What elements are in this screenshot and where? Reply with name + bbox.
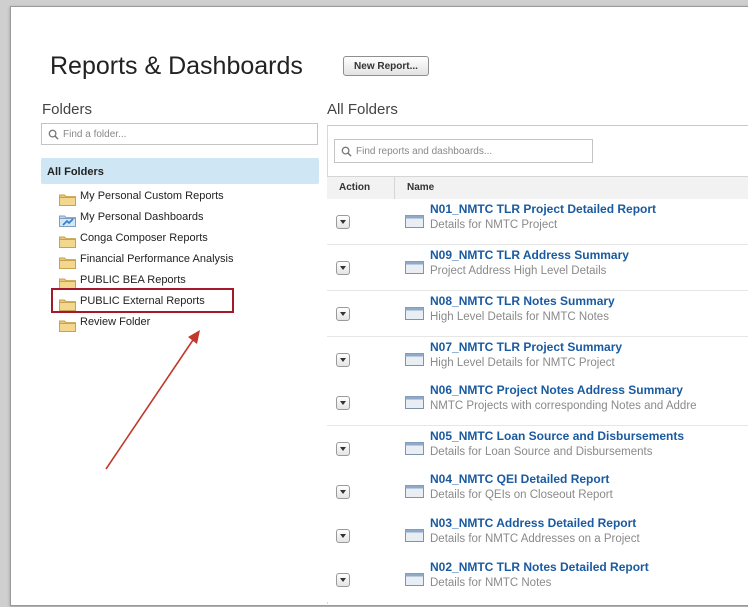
column-header-name[interactable]: Name: [407, 182, 434, 193]
annotation-arrow-icon: [105, 330, 200, 470]
report-description: Details for NMTC Addresses on a Project: [430, 533, 640, 545]
highlight-annotation-box: [51, 288, 234, 313]
folder-label: My Personal Custom Reports: [80, 190, 224, 202]
report-title-link[interactable]: N02_NMTC TLR Notes Detailed Report: [430, 560, 649, 574]
page-title: Reports & Dashboards: [50, 52, 303, 80]
report-icon: [405, 485, 424, 498]
new-report-button[interactable]: New Report...: [343, 56, 429, 76]
row-action-dropdown-button[interactable]: [336, 485, 350, 499]
folder-item-my-personal-dashboards[interactable]: My Personal Dashboards: [59, 210, 233, 231]
table-row: N03_NMTC Address Detailed Report Details…: [327, 513, 748, 559]
folder-item-financial-performance-analysis[interactable]: Financial Performance Analysis: [59, 252, 233, 273]
folder-icon: [59, 194, 76, 206]
folder-icon: [59, 320, 76, 332]
report-title-link[interactable]: N06_NMTC Project Notes Address Summary: [430, 383, 683, 397]
report-title-link[interactable]: N08_NMTC TLR Notes Summary: [430, 294, 615, 308]
report-icon: [405, 307, 424, 320]
report-description: Details for NMTC Project: [430, 219, 558, 231]
search-icon: [341, 146, 352, 157]
row-action-dropdown-button[interactable]: [336, 396, 350, 410]
report-icon: [405, 529, 424, 542]
report-title-link[interactable]: N07_NMTC TLR Project Summary: [430, 340, 622, 354]
row-action-dropdown-button[interactable]: [336, 353, 350, 367]
report-title-link[interactable]: N03_NMTC Address Detailed Report: [430, 516, 636, 530]
folder-icon: [59, 236, 76, 248]
table-row: N01_NMTC TLR Project Detailed Report Det…: [327, 199, 748, 245]
folder-item-conga-composer-reports[interactable]: Conga Composer Reports: [59, 231, 233, 252]
row-action-dropdown-button[interactable]: [336, 573, 350, 587]
row-action-dropdown-button[interactable]: [336, 261, 350, 275]
report-description: Details for Loan Source and Disbursement…: [430, 446, 653, 458]
table-row: N04_NMTC QEI Detailed Report Details for…: [327, 469, 748, 515]
report-description: NMTC Projects with corresponding Notes a…: [430, 400, 697, 412]
report-description: Details for NMTC Notes: [430, 577, 552, 589]
table-row: N02_NMTC TLR Notes Detailed Report Detai…: [327, 557, 748, 602]
report-title-link[interactable]: N01_NMTC TLR Project Detailed Report: [430, 202, 656, 216]
folder-item-my-personal-custom-reports[interactable]: My Personal Custom Reports: [59, 189, 233, 210]
folder-search-input[interactable]: Find a folder...: [41, 123, 318, 145]
folder-label: My Personal Dashboards: [80, 211, 204, 223]
table-row: N09_NMTC TLR Address Summary Project Add…: [327, 245, 748, 291]
report-search-input[interactable]: Find reports and dashboards...: [334, 139, 593, 163]
report-icon: [405, 261, 424, 274]
report-icon: [405, 573, 424, 586]
table-row: N05_NMTC Loan Source and Disbursements D…: [327, 426, 748, 472]
report-icon: [405, 215, 424, 228]
report-title-link[interactable]: N04_NMTC QEI Detailed Report: [430, 472, 609, 486]
report-description: Details for QEIs on Closeout Report: [430, 489, 613, 501]
search-icon: [48, 129, 59, 140]
folder-label: Conga Composer Reports: [80, 232, 208, 244]
row-action-dropdown-button[interactable]: [336, 215, 350, 229]
column-divider: [394, 177, 395, 199]
row-action-dropdown-button[interactable]: [336, 529, 350, 543]
report-icon: [405, 442, 424, 455]
folder-list: My Personal Custom Reports My Personal D…: [59, 189, 233, 336]
row-action-dropdown-button[interactable]: [336, 442, 350, 456]
folder-label: PUBLIC BEA Reports: [80, 274, 186, 286]
folder-label: Financial Performance Analysis: [80, 253, 234, 265]
all-folders-item[interactable]: All Folders: [41, 158, 319, 184]
table-row: N06_NMTC Project Notes Address Summary N…: [327, 380, 748, 426]
folder-search-placeholder: Find a folder...: [63, 128, 127, 140]
row-action-dropdown-button[interactable]: [336, 307, 350, 321]
folders-heading: Folders: [42, 101, 93, 118]
folder-icon: [59, 257, 76, 269]
table-header: Action Name: [327, 176, 748, 200]
report-title-link[interactable]: N05_NMTC Loan Source and Disbursements: [430, 429, 684, 443]
table-row: N07_NMTC TLR Project Summary High Level …: [327, 337, 748, 383]
report-description: High Level Details for NMTC Notes: [430, 311, 609, 323]
dashboard-folder-icon: [59, 215, 76, 227]
report-title-link[interactable]: N09_NMTC TLR Address Summary: [430, 248, 629, 262]
report-description: Project Address High Level Details: [430, 265, 607, 277]
all-folders-heading: All Folders: [327, 101, 398, 118]
column-header-action[interactable]: Action: [339, 182, 370, 193]
report-icon: [405, 353, 424, 366]
report-icon: [405, 396, 424, 409]
report-search-placeholder: Find reports and dashboards...: [356, 145, 493, 157]
table-row: N08_NMTC TLR Notes Summary High Level De…: [327, 291, 748, 337]
report-description: High Level Details for NMTC Project: [430, 357, 615, 369]
